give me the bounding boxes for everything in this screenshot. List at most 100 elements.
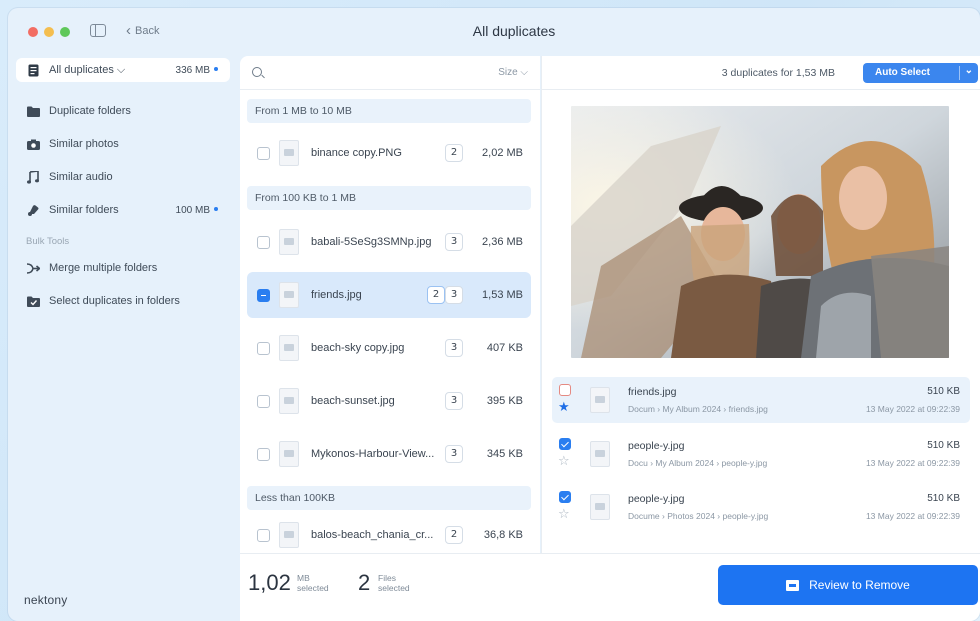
duplicates-summary: 3 duplicates for 1,53 MB	[721, 67, 835, 79]
sidebar-item-select-duplicates[interactable]: Select duplicates in folders	[16, 289, 230, 313]
sidebar-item-duplicate-folders[interactable]: Duplicate folders	[16, 99, 230, 123]
sidebar-item-similar-folders[interactable]: Similar folders 100 MB	[16, 198, 230, 222]
duplicate-checkbox[interactable]	[559, 438, 571, 450]
sidebar-item-all-duplicates[interactable]: All duplicates ⌵ 336 MB	[16, 58, 230, 82]
image-file-icon	[279, 282, 299, 308]
selected-size-unit: MB selected	[297, 573, 329, 593]
duplicate-count-badge: 3	[445, 339, 463, 357]
review-to-remove-button[interactable]: Review to Remove	[718, 565, 978, 605]
sidebar-item-label: Similar photos	[49, 138, 119, 150]
duplicate-date: 13 May 2022 at 09:22:39	[865, 511, 960, 521]
file-row[interactable]: binance copy.PNG 2 2,02 MB	[247, 130, 531, 176]
star-filled-icon[interactable]: ★	[558, 401, 570, 414]
search-icon[interactable]	[252, 67, 262, 77]
file-row[interactable]: balos-beach_chania_cr... 2 36,8 KB	[247, 517, 531, 553]
merge-icon	[26, 261, 40, 275]
file-name: beach-sunset.jpg	[311, 395, 395, 407]
detail-toolbar: 3 duplicates for 1,53 MB Auto Select ⌄	[542, 56, 980, 90]
duplicate-count-badge: 3	[445, 445, 463, 463]
selected-count-badge: 2	[427, 286, 445, 304]
group-header: From 1 MB to 10 MB	[247, 99, 531, 123]
duplicate-date: 13 May 2022 at 09:22:39	[865, 404, 960, 414]
size-badge: 100 MB	[176, 205, 218, 216]
size-value: 100 MB	[175, 204, 210, 216]
sidebar-item-label: Duplicate folders	[49, 105, 131, 117]
star-outline-icon[interactable]: ☆	[558, 455, 570, 468]
file-checkbox[interactable]	[257, 146, 270, 160]
duplicate-count-badge: 2	[445, 526, 463, 544]
sort-dropdown[interactable]: Size ⌵	[498, 67, 528, 78]
duplicate-size: 510 KB	[927, 440, 960, 451]
star-outline-icon[interactable]: ☆	[558, 508, 570, 521]
duplicate-size: 510 KB	[927, 386, 960, 397]
divider	[959, 66, 960, 80]
music-note-icon	[26, 170, 40, 184]
auto-select-button[interactable]: Auto Select ⌄	[863, 63, 978, 83]
image-file-icon	[279, 335, 299, 361]
image-file-icon	[590, 441, 610, 467]
review-button-label: Review to Remove	[809, 578, 910, 592]
duplicate-path: Docume › Photos 2024 › people-y.jpg	[628, 511, 769, 521]
trash-box-icon	[786, 579, 800, 591]
file-size: 2,36 MB	[482, 236, 523, 248]
file-row[interactable]: beach-sky copy.jpg 3 407 KB	[247, 325, 531, 371]
duplicate-row[interactable]: ☆ people-y.jpg Docume › Photos 2024 › pe…	[552, 484, 970, 530]
sidebar-item-similar-photos[interactable]: Similar photos	[16, 132, 230, 156]
file-row[interactable]: Mykonos-Harbour-View... 3 345 KB	[247, 431, 531, 477]
files-unit-label: Files	[378, 573, 396, 583]
duplicate-size: 510 KB	[927, 493, 960, 504]
sidebar-item-label: Similar audio	[49, 171, 113, 183]
dot-indicator	[214, 66, 218, 71]
sidebar-item-label: Similar folders	[49, 204, 119, 216]
file-name: friends.jpg	[311, 289, 362, 301]
file-row[interactable]: beach-sunset.jpg 3 395 KB	[247, 378, 531, 424]
selected-size-value: 1,02	[248, 570, 291, 595]
selection-footer: 1,02 MB selected 2 Files selected Review…	[240, 553, 980, 621]
file-row-selected[interactable]: friends.jpg 2 3 1,53 MB	[247, 272, 531, 318]
dot-indicator	[214, 206, 218, 211]
sidebar-item-label: Select duplicates in folders	[49, 295, 180, 307]
duplicate-path: Docu › My Album 2024 › people-y.jpg	[628, 458, 768, 468]
duplicate-path: Docum › My Album 2024 › friends.jpg	[628, 404, 768, 414]
file-checkbox[interactable]	[257, 288, 270, 302]
file-size: 345 KB	[486, 448, 523, 460]
file-size: 395 KB	[486, 395, 523, 407]
image-file-icon	[279, 441, 299, 467]
file-checkbox[interactable]	[257, 235, 270, 249]
file-name: babali-5SeSg3SMNp.jpg	[311, 236, 432, 248]
file-checkbox[interactable]	[257, 447, 270, 461]
selected-files-value: 2	[358, 570, 371, 595]
duplicate-date: 13 May 2022 at 09:22:39	[865, 458, 960, 468]
file-list-pane: Size ⌵ From 1 MB to 10 MB binance copy.P…	[240, 56, 540, 553]
sidebar-item-similar-audio[interactable]: Similar audio	[16, 165, 230, 189]
image-file-icon	[590, 387, 610, 413]
duplicate-row[interactable]: ☆ people-y.jpg Docu › My Album 2024 › pe…	[552, 431, 970, 477]
window-title: All duplicates	[472, 23, 556, 39]
duplicate-row-original[interactable]: ★ friends.jpg Docum › My Album 2024 › fr…	[552, 377, 970, 423]
duplicate-checkbox[interactable]	[559, 384, 571, 396]
image-file-icon	[590, 494, 610, 520]
duplicate-checkbox[interactable]	[559, 491, 571, 503]
brand-logo: nektony	[24, 593, 68, 607]
app-window: ‹ Back All duplicates All duplicates ⌵ 33…	[8, 8, 980, 621]
file-row[interactable]: babali-5SeSg3SMNp.jpg 3 2,36 MB	[247, 219, 531, 265]
size-caption-label: selected	[297, 583, 329, 593]
auto-select-label: Auto Select	[875, 67, 931, 78]
duplicate-name: friends.jpg	[628, 386, 677, 398]
folder-check-icon	[26, 294, 40, 308]
size-badge: 336 MB	[176, 65, 218, 76]
sidebar-item-merge-folders[interactable]: Merge multiple folders	[16, 256, 230, 280]
chevron-down-icon[interactable]: ⌄	[965, 65, 973, 76]
file-size: 2,02 MB	[482, 147, 523, 159]
file-name: Mykonos-Harbour-View...	[311, 448, 435, 460]
file-checkbox[interactable]	[257, 394, 270, 408]
file-checkbox[interactable]	[257, 528, 270, 542]
document-icon	[26, 63, 40, 77]
image-file-icon	[279, 388, 299, 414]
duplicate-name: people-y.jpg	[628, 440, 685, 452]
file-name: balos-beach_chania_cr...	[311, 529, 434, 541]
duplicate-count-badge: 2	[445, 144, 463, 162]
file-checkbox[interactable]	[257, 341, 270, 355]
folder-icon	[26, 104, 40, 118]
sidebar-item-label: Merge multiple folders	[49, 262, 158, 274]
